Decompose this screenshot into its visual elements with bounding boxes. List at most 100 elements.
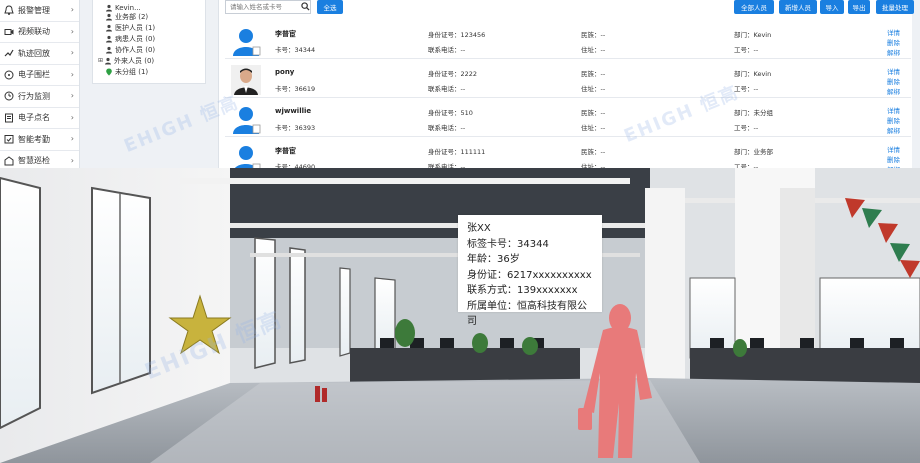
person-dept: 部门：Kevin: [734, 31, 772, 39]
people-management-ui: 报警管理 › 视频联动 › 轨迹回放 › 电子围栏 › 行为监测 › 电子点名 › 智能考勤 › 智慧巡检 ›…: [0, 0, 920, 168]
nav-item-label: 电子围栏: [18, 70, 50, 80]
tree-node-label: 外来人员 (0): [114, 56, 155, 65]
tree-node-label: 业务部 (2): [115, 12, 149, 21]
tree-node[interactable]: 未分组 (1): [93, 66, 205, 77]
person-id: 身份证号：2222: [428, 70, 478, 78]
nav-item[interactable]: 智能考勤 ›: [0, 129, 79, 151]
person-address: 住址：--: [581, 124, 606, 132]
detail-link[interactable]: 详情: [887, 144, 900, 154]
tree-node[interactable]: 协作人员 (0): [93, 44, 205, 55]
person-info-card: 张XX 标签卡号：34344 年龄：36岁身份证：6217xxxxxxxxxx 联系方…: [458, 215, 602, 327]
info-card-line: 年龄：36岁: [467, 254, 520, 265]
all-people-button[interactable]: 全部人员: [734, 0, 774, 14]
info-card-line: 张XX: [467, 223, 491, 234]
person-dept: 部门：Kevin: [734, 70, 772, 78]
tree-node[interactable]: 病患人员 (0): [93, 33, 205, 44]
tree-node[interactable]: Kevin...: [93, 0, 205, 12]
person-phone: 联系电话：--: [428, 124, 466, 132]
department-tree: Kevin... 业务部 (2) 医护人员 (1) 病患人员 (0) 协作人员 (0) ⊞…: [92, 0, 206, 84]
person-phone: 联系电话：--: [428, 163, 466, 168]
export-button[interactable]: 导出: [848, 0, 870, 14]
tree-node[interactable]: 业务部 (2): [93, 11, 205, 22]
person-ethnic: 民族：--: [581, 109, 606, 117]
office-photo: EHIGH 恒高: [0, 168, 920, 463]
nav-item[interactable]: 视频联动 ›: [0, 22, 79, 43]
nav-item[interactable]: 电子围栏 ›: [0, 65, 79, 86]
nav-item-label: 电子点名: [18, 113, 50, 123]
person-name: 李普宦: [275, 30, 296, 38]
chevron-right-icon: ›: [70, 48, 74, 57]
info-card-line: 联系方式：139xxxxxxx: [467, 285, 578, 296]
nav-item[interactable]: 智慧巡检 ›: [0, 151, 79, 169]
tree-node-label: 未分组 (1): [115, 67, 149, 76]
patrol-icon: [3, 155, 14, 166]
nav-item-label: 轨迹回放: [18, 48, 50, 58]
person-ethnic: 民族：--: [581, 148, 606, 156]
person-ethnic: 民族：--: [581, 31, 606, 39]
rollcall-icon: [3, 112, 14, 123]
person-photo: [231, 65, 261, 95]
person-dept: 部门：业务部: [734, 148, 773, 156]
group-icon: [105, 35, 113, 43]
tree-node[interactable]: 医护人员 (1): [93, 22, 205, 33]
person-card: 卡号：34344: [275, 46, 316, 54]
nav-item[interactable]: 行为监测 ›: [0, 86, 79, 108]
nav-item[interactable]: 轨迹回放 ›: [0, 43, 79, 65]
alarm-icon: [3, 5, 14, 16]
office-scene: [0, 168, 920, 463]
location-pin-icon: [105, 68, 113, 76]
delete-link[interactable]: 删除: [887, 76, 900, 86]
delete-link[interactable]: 删除: [887, 154, 900, 164]
unbind-link[interactable]: 解绑: [887, 86, 900, 96]
chevron-right-icon: ›: [70, 134, 74, 143]
detail-link[interactable]: 详情: [887, 105, 900, 115]
side-nav: 报警管理 › 视频联动 › 轨迹回放 › 电子围栏 › 行为监测 › 电子点名 › 智能考勤 › 智慧巡检 ›: [0, 0, 80, 168]
avatar-icon: [231, 26, 261, 56]
info-card-line: 标签卡号：34344: [467, 238, 549, 250]
detail-link[interactable]: 详情: [887, 27, 900, 37]
person-row[interactable]: pony 卡号：36619 身份证号：2222 联系电话：-- 民族：-- 住址：-- 部门…: [225, 59, 911, 98]
group-icon: [105, 24, 113, 32]
person-row[interactable]: wjwwillie 卡号：36393 身份证号：510 联系电话：-- 民族：-- 住址：…: [225, 98, 911, 137]
person-id: 身份证号：510: [428, 109, 473, 117]
person-name: pony: [275, 68, 295, 76]
person-row[interactable]: 李普宦 卡号：34344 身份证号：123456 联系电话：-- 民族：-- 住址：-- 部…: [225, 20, 911, 59]
tree-node[interactable]: ⊞ 外来人员 (0): [93, 55, 205, 66]
person-dept: 部门：未分组: [734, 109, 773, 117]
group-icon: [105, 46, 113, 54]
search-icon[interactable]: [301, 2, 310, 11]
detail-link[interactable]: 详情: [887, 66, 900, 76]
person-address: 住址：--: [581, 85, 606, 93]
tree-node-label: 协作人员 (0): [115, 45, 156, 54]
person-row[interactable]: 李普宦 卡号：44690 身份证号：111111 联系电话：-- 民族：-- 住址：-- 部…: [225, 137, 911, 168]
track-icon: [3, 48, 14, 59]
person-address: 住址：--: [581, 46, 606, 54]
unbind-link[interactable]: 解绑: [887, 125, 900, 135]
import-button[interactable]: 导入: [820, 0, 844, 14]
tree-node-label: 病患人员 (0): [115, 34, 156, 43]
nav-item-label: 行为监测: [18, 91, 50, 101]
person-ethnic: 民族：--: [581, 70, 606, 78]
behavior-icon: [3, 91, 14, 102]
person-job-number: 工号：--: [734, 46, 759, 54]
nav-item[interactable]: 报警管理 ›: [0, 0, 79, 22]
unbind-link[interactable]: 解绑: [887, 47, 900, 57]
info-card-line: 所属单位：恒高科技有限公司: [467, 300, 587, 328]
person-name: wjwwillie: [275, 107, 312, 115]
expand-icon[interactable]: ⊞: [97, 57, 104, 64]
person-card: 卡号：44690: [275, 163, 316, 168]
person-job-number: 工号：--: [734, 163, 759, 168]
search-input[interactable]: [225, 0, 311, 14]
add-person-button[interactable]: 新增人员: [779, 0, 817, 14]
chevron-right-icon: ›: [70, 112, 74, 122]
delete-link[interactable]: 删除: [887, 37, 900, 47]
chevron-right-icon: ›: [70, 155, 74, 165]
select-all-button[interactable]: 全选: [317, 0, 343, 14]
person-id: 身份证号：123456: [428, 31, 486, 39]
tree-node-label: 医护人员 (1): [115, 23, 156, 32]
delete-link[interactable]: 删除: [887, 115, 900, 125]
nav-item[interactable]: 电子点名 ›: [0, 108, 79, 129]
info-card-line: 身份证：6217xxxxxxxxxx: [467, 269, 592, 281]
tree-node-label: Kevin...: [115, 3, 141, 12]
batch-process-button[interactable]: 批量处理: [876, 0, 914, 14]
